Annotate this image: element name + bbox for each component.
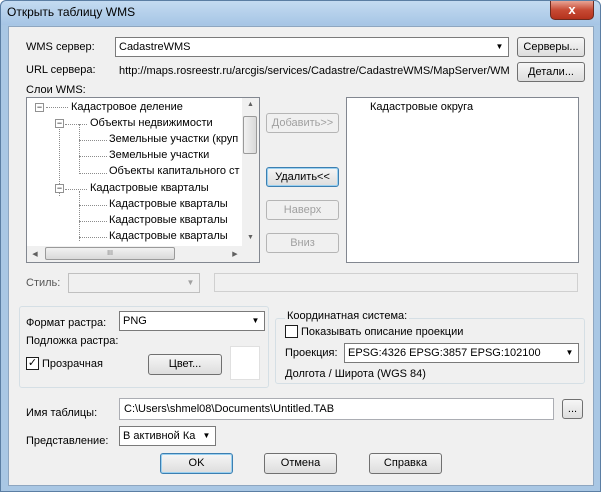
ok-button[interactable]: OK bbox=[160, 453, 233, 474]
raster-format-label: Формат растра: bbox=[26, 317, 107, 329]
layer-tree[interactable]: − Кадастровое деление − Объекты недвижим… bbox=[26, 97, 260, 263]
dialog-client-area: WMS сервер: CadastreWMS ▼ Серверы... URL… bbox=[8, 26, 594, 486]
tree-item[interactable]: Кадастровые кварталы bbox=[90, 182, 209, 194]
chevron-down-icon: ▼ bbox=[202, 431, 211, 440]
raster-underlay-label: Подложка растра: bbox=[26, 335, 119, 347]
wms-server-label: WMS сервер: bbox=[26, 41, 95, 53]
chevron-down-icon: ▼ bbox=[495, 42, 504, 51]
coordinate-system-label: Координатная система: bbox=[285, 310, 410, 322]
wms-server-select[interactable]: CadastreWMS ▼ bbox=[115, 37, 509, 57]
servers-button[interactable]: Серверы... bbox=[517, 37, 585, 57]
view-select[interactable]: В активной Ка ▼ bbox=[119, 426, 216, 446]
tree-item[interactable]: Земельные участки (круп bbox=[109, 133, 238, 145]
list-item[interactable]: Кадастровые округа bbox=[370, 101, 473, 113]
show-projection-checkbox[interactable] bbox=[285, 325, 298, 338]
view-value: В активной Ка bbox=[123, 430, 196, 442]
help-button[interactable]: Справка bbox=[369, 453, 442, 474]
move-down-button[interactable]: Вниз bbox=[266, 233, 339, 253]
color-button[interactable]: Цвет... bbox=[148, 354, 222, 375]
table-name-value: C:\Users\shmel08\Documents\Untitled.TAB bbox=[124, 403, 335, 415]
add-layer-button[interactable]: Добавить>> bbox=[266, 113, 339, 133]
tree-item[interactable]: Земельные участки bbox=[109, 149, 209, 161]
scroll-up-icon[interactable]: ▲ bbox=[242, 101, 259, 108]
raster-format-value: PNG bbox=[123, 315, 147, 327]
view-label: Представление: bbox=[26, 435, 109, 447]
tree-item[interactable]: Кадастровые кварталы bbox=[109, 230, 228, 242]
collapse-icon[interactable]: − bbox=[55, 184, 64, 193]
chevron-down-icon: ▼ bbox=[186, 278, 195, 287]
projection-label: Проекция: bbox=[285, 347, 338, 359]
raster-format-select[interactable]: PNG ▼ bbox=[119, 311, 265, 331]
close-button[interactable]: x bbox=[550, 1, 594, 20]
table-name-label: Имя таблицы: bbox=[26, 407, 98, 419]
wms-server-value: CadastreWMS bbox=[119, 41, 191, 53]
projection-value: EPSG:4326 EPSG:3857 EPSG:102100 bbox=[348, 347, 541, 359]
transparent-label: Прозрачная bbox=[42, 358, 103, 370]
collapse-icon[interactable]: − bbox=[55, 119, 64, 128]
move-up-button[interactable]: Наверх bbox=[266, 200, 339, 220]
show-projection-label: Показывать описание проекции bbox=[301, 326, 464, 338]
details-button[interactable]: Детали... bbox=[517, 62, 585, 82]
title-bar[interactable]: Открыть таблицу WMS x bbox=[1, 1, 600, 25]
tree-item[interactable]: Объекты капитального ст bbox=[109, 165, 240, 177]
server-url-label: URL сервера: bbox=[26, 64, 96, 76]
table-name-input[interactable]: C:\Users\shmel08\Documents\Untitled.TAB bbox=[119, 398, 554, 420]
cancel-button[interactable]: Отмена bbox=[264, 453, 337, 474]
style-label: Стиль: bbox=[26, 277, 61, 289]
projection-select[interactable]: EPSG:4326 EPSG:3857 EPSG:102100 ▼ bbox=[344, 343, 579, 363]
wms-dialog-window: Открыть таблицу WMS x WMS сервер: Cadast… bbox=[0, 0, 601, 492]
transparent-checkbox[interactable]: ✓ bbox=[26, 357, 39, 370]
scroll-down-icon[interactable]: ▼ bbox=[242, 234, 259, 241]
tree-item[interactable]: Кадастровое деление bbox=[71, 101, 183, 113]
close-icon: x bbox=[568, 2, 576, 17]
tree-scroll-thumb[interactable] bbox=[243, 116, 257, 154]
tree-vertical-scrollbar[interactable]: ▲ ▼ bbox=[242, 98, 259, 246]
tree-hscroll-thumb[interactable]: III bbox=[45, 247, 175, 260]
projection-description: Долгота / Широта (WGS 84) bbox=[285, 368, 426, 380]
tree-item[interactable]: Кадастровые кварталы bbox=[109, 214, 228, 226]
server-url-field[interactable]: http://maps.rosreestr.ru/arcgis/services… bbox=[115, 61, 509, 81]
tree-item[interactable]: Кадастровые кварталы bbox=[109, 198, 228, 210]
wms-layers-label: Слои WMS: bbox=[26, 84, 86, 96]
scroll-corner bbox=[242, 246, 259, 262]
browse-button[interactable]: ... bbox=[562, 399, 583, 419]
check-icon: ✓ bbox=[27, 357, 38, 369]
server-url-value: http://maps.rosreestr.ru/arcgis/services… bbox=[119, 65, 509, 77]
scroll-right-icon[interactable]: ▶ bbox=[230, 250, 240, 258]
chevron-down-icon: ▼ bbox=[251, 316, 260, 325]
selected-layers-list[interactable]: Кадастровые округа bbox=[346, 97, 579, 263]
tree-item[interactable]: Объекты недвижимости bbox=[90, 117, 213, 129]
color-swatch bbox=[230, 346, 260, 380]
remove-layer-button[interactable]: Удалить<< bbox=[266, 167, 339, 187]
window-title: Открыть таблицу WMS bbox=[7, 5, 136, 19]
collapse-icon[interactable]: − bbox=[35, 103, 44, 112]
style-description-field bbox=[214, 273, 578, 292]
chevron-down-icon: ▼ bbox=[565, 348, 574, 357]
tree-horizontal-scrollbar[interactable]: ◀ III ▶ bbox=[27, 246, 242, 262]
scroll-left-icon[interactable]: ◀ bbox=[30, 250, 40, 258]
style-select[interactable]: ▼ bbox=[68, 273, 200, 293]
